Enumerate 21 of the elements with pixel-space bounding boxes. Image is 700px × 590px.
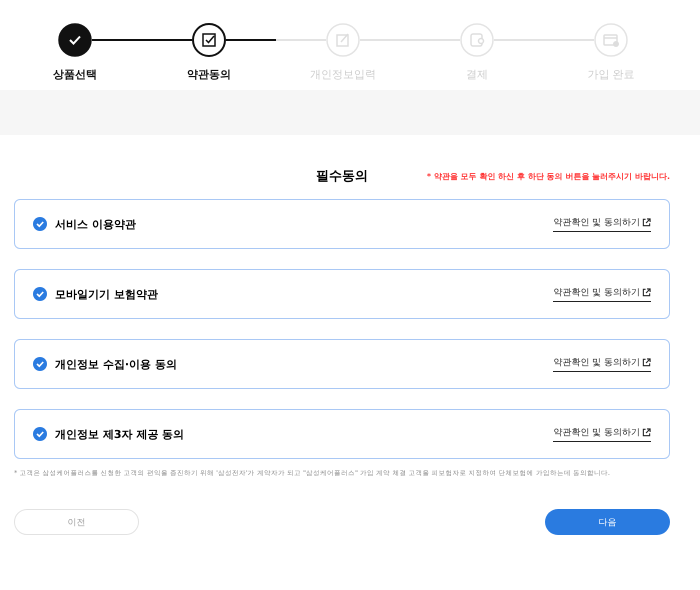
external-link-icon — [642, 218, 651, 227]
terms-link[interactable]: 약관확인 및 동의하기 — [553, 426, 651, 442]
check-icon[interactable] — [33, 217, 47, 231]
notice-text: * 약관을 모두 확인 하신 후 하단 동의 버튼을 눌러주시기 바랍니다. — [426, 170, 670, 182]
step-label: 약관동의 — [187, 67, 231, 82]
section-title: 필수동의 — [316, 168, 368, 185]
external-link-icon — [642, 358, 651, 367]
next-button[interactable]: 다음 — [545, 509, 670, 535]
terms-link[interactable]: 약관확인 및 동의하기 — [553, 356, 651, 372]
external-link-icon — [642, 288, 651, 297]
agreement-label: 개인정보 수집·이용 동의 — [55, 356, 178, 372]
terms-link[interactable]: 약관확인 및 동의하기 — [553, 216, 651, 232]
agreement-label: 모바일기기 보험약관 — [55, 286, 159, 302]
terms-link[interactable]: 약관확인 및 동의하기 — [553, 286, 651, 302]
check-icon[interactable] — [33, 427, 47, 441]
external-link-icon — [642, 428, 651, 437]
step-label: 상품선택 — [53, 67, 97, 82]
agreement-label: 서비스 이용약관 — [55, 216, 137, 232]
check-icon[interactable] — [33, 287, 47, 301]
check-icon[interactable] — [33, 357, 47, 371]
agreement-label: 개인정보 제3자 제공 동의 — [55, 426, 186, 442]
